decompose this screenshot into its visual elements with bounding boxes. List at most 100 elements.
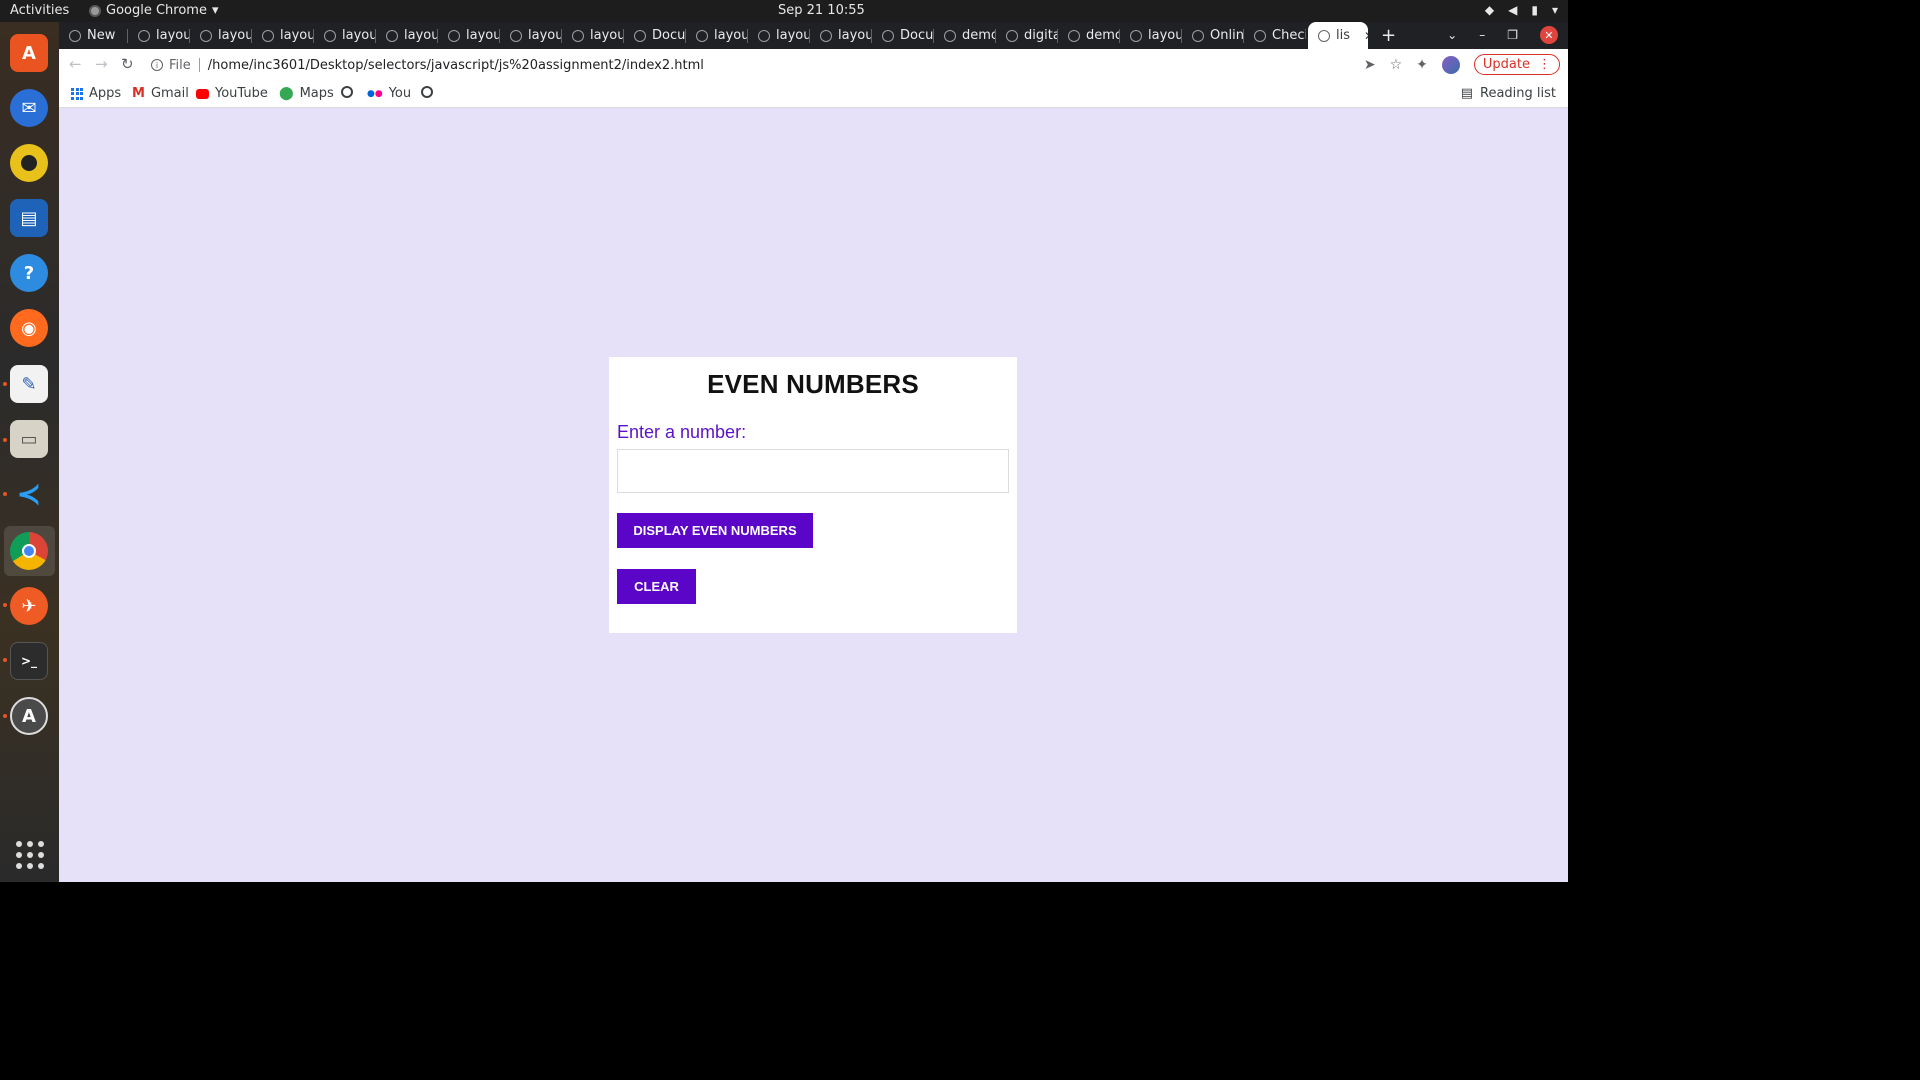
reading-list-button[interactable]: ▤ Reading list [1461,86,1556,101]
tab[interactable]: Docu [872,22,934,49]
reload-icon[interactable]: ↻ [121,55,134,73]
tab-favicon-icon [882,29,894,42]
display-even-numbers-button[interactable]: DISPLAY EVEN NUMBERS [617,513,813,548]
toolbar-actions: ➤ ☆ ✦ Update ⋮ [1364,54,1560,75]
window-controls: ⌄ – ❐ ✕ [1447,26,1558,44]
tab[interactable]: New [59,22,128,49]
tab-favicon-icon [510,29,522,42]
app-menu[interactable]: Google Chrome ▾ [89,3,219,18]
bookmark-you[interactable]: ●● You [367,86,411,101]
chrome-icon [89,4,101,17]
tab-label: layou [280,28,314,43]
postman-icon[interactable]: ✈ [10,587,48,625]
rhythmbox-icon[interactable] [10,144,48,182]
extensions-puzzle-icon[interactable]: ✦ [1416,57,1428,73]
back-arrow-icon[interactable]: ← [69,55,82,73]
files-icon[interactable]: ▭ [10,420,48,458]
bookmark-youtube[interactable]: YouTube [196,86,268,101]
tab-label: layou [404,28,438,43]
tab-favicon-icon [69,29,81,42]
tab[interactable]: layou [252,22,314,49]
tab-favicon-icon [572,29,584,42]
chevron-down-icon: ▾ [211,3,219,18]
bookmark-globe[interactable] [341,86,353,98]
youtube-icon [196,88,209,99]
tab-search-icon[interactable]: ⌄ [1447,28,1457,42]
help-icon[interactable]: ? [10,254,48,292]
restore-icon[interactable]: ❐ [1507,28,1518,42]
tab[interactable]: layou [686,22,748,49]
reading-list-label: Reading list [1480,86,1556,101]
tab[interactable]: layou [748,22,810,49]
minimize-icon[interactable]: – [1479,28,1485,42]
tab-strip: New layou layou layou layou layou layou … [59,22,1568,49]
running-indicator [3,438,7,442]
bookmark-label: You [388,86,412,101]
bookmark-gmail[interactable]: M Gmail [132,86,189,101]
tab-label: layou [342,28,376,43]
number-label: Enter a number: [617,422,747,442]
tab[interactable]: layou [376,22,438,49]
bookmark-label: YouTube [215,86,268,101]
tab[interactable]: layou [562,22,624,49]
bookmark-maps[interactable]: ⬤ Maps [279,86,334,101]
globe-icon [341,86,353,98]
tab-label: layou [466,28,500,43]
system-tray[interactable]: ◆ ◀ ▮ ▾ [1485,3,1558,17]
show-applications-icon[interactable] [16,841,44,869]
tab[interactable]: layou [314,22,376,49]
tab-label: Docu [900,28,934,43]
tab[interactable]: digita [996,22,1058,49]
info-icon[interactable]: i [151,59,163,71]
address-bar[interactable]: i File /home/inc3601/Desktop/selectors/j… [151,53,704,77]
file-scheme-label: File [169,57,191,73]
bookmark-label: Apps [89,86,122,101]
new-tab-button[interactable]: + [1381,25,1396,46]
ubuntu-software-icon[interactable]: A [10,34,48,72]
reading-list-icon: ▤ [1460,86,1473,101]
tab-favicon-icon [448,29,460,42]
tab[interactable]: demo [1058,22,1120,49]
activities-button[interactable]: Activities [10,3,69,18]
update-button[interactable]: Update ⋮ [1473,54,1560,75]
tab-active[interactable]: lis ✕ [1308,22,1368,49]
text-editor-icon[interactable]: ✎ [10,365,48,403]
url-text[interactable]: /home/inc3601/Desktop/selectors/javascri… [208,58,704,73]
terminal-icon[interactable]: >_ [10,642,48,680]
vscode-icon[interactable]: ≺ [10,475,48,513]
chrome-dock-icon[interactable] [10,532,48,570]
libreoffice-writer-icon[interactable]: ▤ [10,199,48,237]
tab[interactable]: layou [810,22,872,49]
clock[interactable]: Sep 21 10:55 [778,3,865,18]
profile-avatar[interactable] [1441,55,1460,74]
volume-icon: ◀ [1508,3,1518,17]
tab[interactable]: layou [128,22,190,49]
tab[interactable]: demo [934,22,996,49]
bookmark-star-icon[interactable]: ☆ [1390,57,1403,73]
tab-label: layou [218,28,252,43]
clear-button[interactable]: CLEAR [617,569,696,604]
close-tab-icon[interactable]: ✕ [1364,29,1368,43]
app-name: Google Chrome [106,3,207,18]
thunderbird-icon[interactable]: ✉ [10,89,48,127]
bookmark-globe[interactable] [421,86,433,98]
tab-favicon-icon [262,29,274,42]
tab[interactable]: layou [1120,22,1182,49]
tab[interactable]: layou [190,22,252,49]
firefox-icon[interactable]: ◉ [10,309,48,347]
flickr-icon: ●● [367,88,383,99]
tab-favicon-icon [696,29,708,42]
running-indicator [3,382,7,386]
tab[interactable]: Docu [624,22,686,49]
tab[interactable]: layou [438,22,500,49]
close-window-icon[interactable]: ✕ [1540,26,1558,44]
number-input[interactable] [617,449,1009,493]
software-updater-icon[interactable]: A [10,697,48,735]
bookmark-apps[interactable]: Apps [71,86,121,101]
forward-arrow-icon[interactable]: → [95,55,108,73]
omnibox-divider [198,58,200,72]
tab[interactable]: Onlin [1182,22,1244,49]
send-icon[interactable]: ➤ [1364,57,1376,73]
tab[interactable]: layou [500,22,562,49]
tab[interactable]: Checi [1244,22,1306,49]
